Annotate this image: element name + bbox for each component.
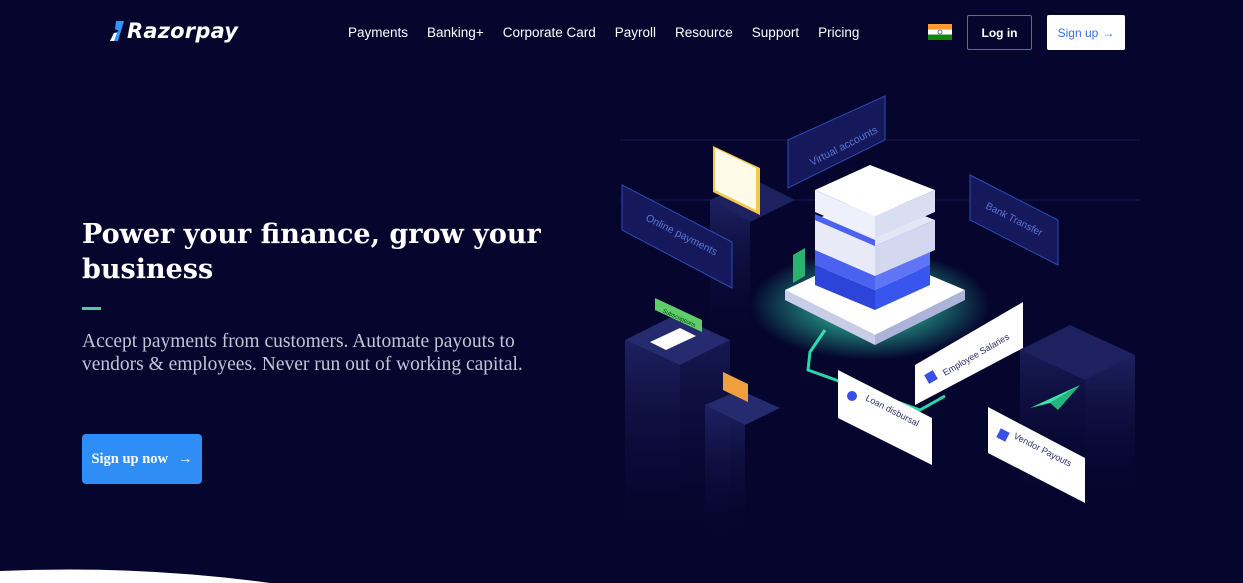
- hero-subtext: Accept payments from customers. Automate…: [82, 331, 523, 375]
- arrow-right-icon: →: [178, 450, 193, 467]
- cta-label: Sign up now: [91, 450, 169, 467]
- main-menu: Payments Banking+ Corporate Card Payroll…: [348, 25, 859, 40]
- brand-logo[interactable]: Razorpay: [110, 19, 238, 43]
- nav-item-payroll[interactable]: Payroll: [615, 25, 656, 40]
- login-label: Log in: [981, 25, 1018, 40]
- nav-item-banking[interactable]: Banking+: [427, 25, 484, 40]
- hero-illustration: Online payments Virtual accounts Bank Tr…: [620, 95, 1140, 540]
- nav-item-payments[interactable]: Payments: [348, 25, 408, 40]
- arrow-right-icon: →: [1102, 25, 1115, 40]
- nav-item-support[interactable]: Support: [752, 25, 799, 40]
- nav-item-corporate-card[interactable]: Corporate Card: [503, 25, 596, 40]
- signup-label: Sign up: [1057, 25, 1099, 40]
- brand-name: Razorpay: [127, 19, 239, 43]
- india-flag-icon[interactable]: [928, 24, 952, 40]
- razorpay-logo-icon: [110, 21, 124, 41]
- nav-item-resource[interactable]: Resource: [675, 25, 733, 40]
- headline-accent-divider: [82, 307, 101, 310]
- signup-now-button[interactable]: Sign up now →: [82, 434, 202, 484]
- signup-button[interactable]: Sign up →: [1047, 15, 1125, 50]
- login-button[interactable]: Log in: [967, 15, 1032, 50]
- bottom-wave-divider: [0, 569, 270, 583]
- card-bank-transfer: Bank Transfer: [969, 174, 1059, 266]
- nav-item-pricing[interactable]: Pricing: [818, 25, 859, 40]
- hero-headline: Power your finance, grow your business: [82, 219, 541, 285]
- loan-icon: [847, 391, 857, 401]
- top-navigation: Razorpay Payments Banking+ Corporate Car…: [0, 0, 1243, 70]
- central-building: [815, 165, 935, 310]
